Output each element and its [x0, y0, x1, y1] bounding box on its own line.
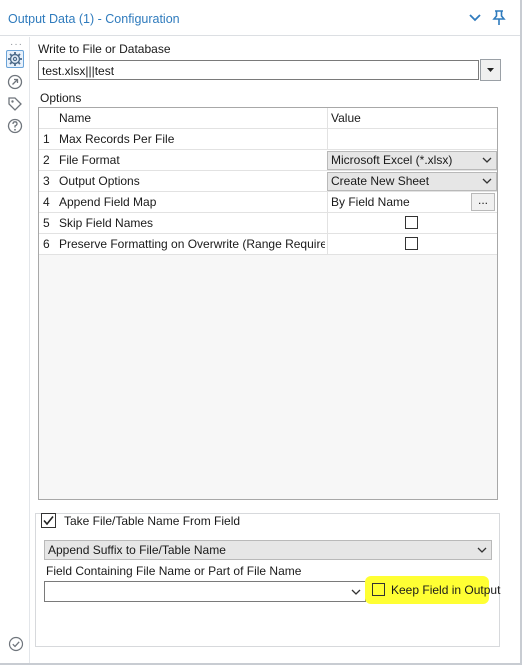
row-number: 1: [43, 132, 50, 146]
take-name-label: Take File/Table Name From Field: [64, 514, 241, 528]
arrow-circle-icon[interactable]: [6, 73, 24, 91]
header-name: Name: [59, 111, 92, 125]
options-grid: Name Value 1 Max Records Per File 2 File…: [38, 107, 498, 500]
row-number: 2: [43, 153, 50, 167]
window-title: Output Data (1) - Configuration: [8, 12, 180, 26]
table-row[interactable]: 5 Skip Field Names: [39, 213, 497, 234]
pin-icon[interactable]: [492, 10, 506, 26]
row-name: Append Field Map: [59, 195, 157, 209]
take-name-checkbox[interactable]: [41, 513, 56, 528]
write-dropdown-button[interactable]: [480, 59, 501, 81]
chevron-down-icon: [351, 589, 361, 595]
skip-field-names-checkbox[interactable]: [405, 216, 418, 229]
gear-icon[interactable]: [6, 50, 24, 68]
row-number: 3: [43, 174, 50, 188]
caret-down-icon: [487, 68, 494, 72]
output-options-select[interactable]: Create New Sheet: [327, 172, 497, 191]
configuration-window: Output Data (1) - Configuration ··· Writ…: [0, 0, 522, 665]
row-name: Preserve Formatting on Overwrite (Range …: [59, 237, 325, 251]
check-circle-icon: [8, 636, 24, 652]
name-mode-value: Append Suffix to File/Table Name: [48, 543, 226, 557]
options-label: Options: [40, 91, 82, 105]
header-value: Value: [327, 108, 497, 128]
rail-dots: ···: [10, 39, 23, 50]
row-number: 5: [43, 216, 50, 230]
field-label: Field Containing File Name or Part of Fi…: [46, 564, 302, 578]
table-row[interactable]: 2 File Format Microsoft Excel (*.xlsx): [39, 150, 497, 171]
table-row[interactable]: 1 Max Records Per File: [39, 129, 497, 150]
row-number: 4: [43, 195, 50, 209]
keep-field-checkbox[interactable]: [372, 583, 385, 596]
row-number: 6: [43, 237, 50, 251]
row-name: Skip Field Names: [59, 216, 154, 230]
max-records-input[interactable]: [327, 129, 497, 149]
field-select[interactable]: [44, 581, 366, 602]
table-row[interactable]: 3 Output Options Create New Sheet: [39, 171, 497, 192]
row-name: Max Records Per File: [59, 132, 175, 146]
chevron-down-icon: [482, 157, 492, 163]
checkmark-icon: [43, 516, 54, 526]
output-options-value: Create New Sheet: [331, 174, 430, 188]
row-name: File Format: [59, 153, 120, 167]
configuration-content: Write to File or Database test.xlsx|||te…: [31, 37, 518, 663]
write-label: Write to File or Database: [38, 42, 171, 56]
table-row[interactable]: 4 Append Field Map By Field Name ...: [39, 192, 497, 213]
file-format-select[interactable]: Microsoft Excel (*.xlsx): [327, 151, 497, 170]
chevron-down-icon[interactable]: [468, 11, 482, 25]
help-icon[interactable]: [6, 117, 24, 135]
row-name: Output Options: [59, 174, 140, 188]
chevron-down-icon: [477, 547, 487, 553]
keep-field-label: Keep Field in Output: [391, 583, 501, 597]
preserve-formatting-checkbox[interactable]: [405, 237, 418, 250]
tag-icon[interactable]: [6, 95, 24, 113]
title-bar: Output Data (1) - Configuration: [0, 0, 520, 36]
name-mode-select[interactable]: Append Suffix to File/Table Name: [44, 540, 492, 560]
tool-rail: ···: [0, 37, 30, 663]
field-map-button[interactable]: ...: [471, 193, 495, 211]
grid-header: Name Value: [39, 108, 497, 129]
chevron-down-icon: [482, 178, 492, 184]
write-destination-input[interactable]: test.xlsx|||test: [38, 60, 479, 80]
append-field-map-value: By Field Name: [327, 192, 469, 212]
table-row[interactable]: 6 Preserve Formatting on Overwrite (Rang…: [39, 234, 497, 255]
file-format-value: Microsoft Excel (*.xlsx): [331, 153, 453, 167]
